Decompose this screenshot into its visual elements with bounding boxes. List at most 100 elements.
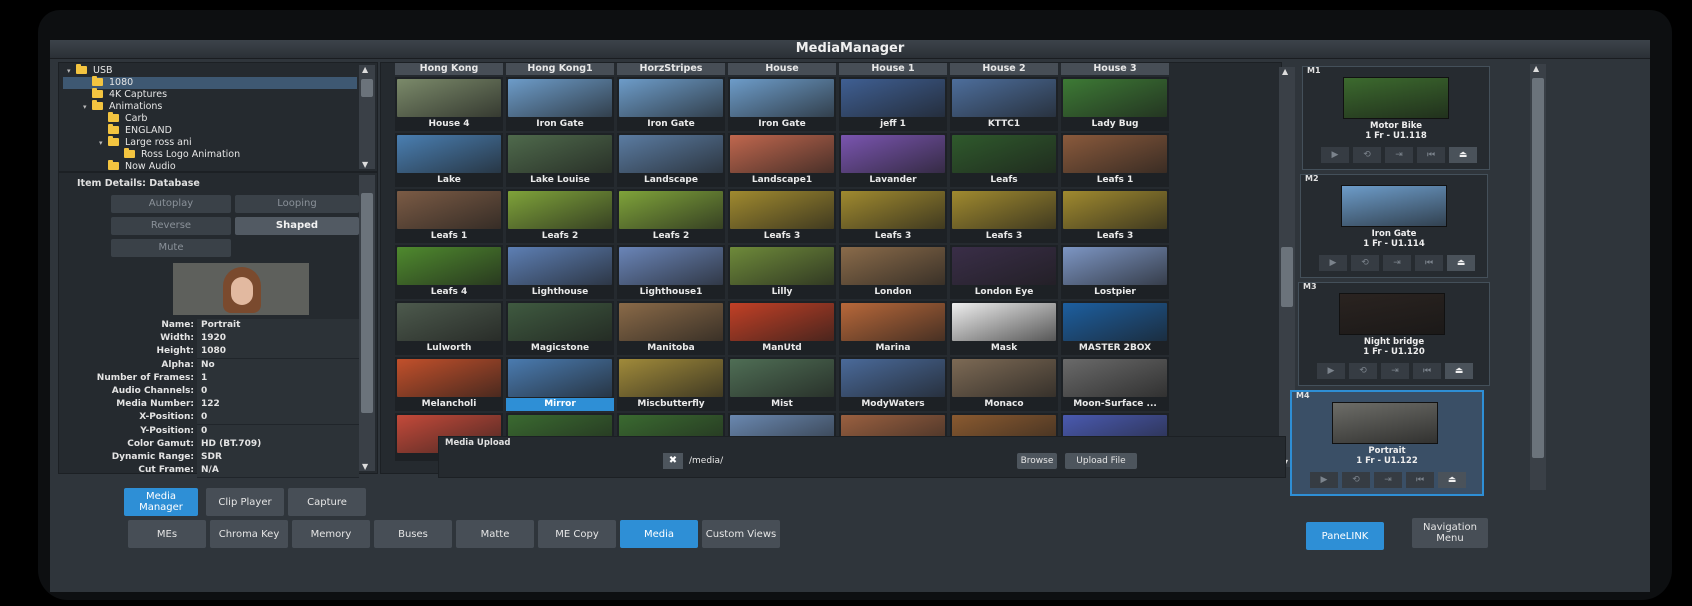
play-icon[interactable]: ▶ [1310, 472, 1338, 488]
clear-path-icon[interactable]: ✖ [663, 453, 683, 469]
media-channel-m4[interactable]: M4 Portrait 1 Fr - U1.122 ▶ ⟲ ⇥ ⏮ ⏏ [1290, 390, 1484, 496]
column-header[interactable]: House [728, 63, 836, 75]
tree-scrollbar[interactable]: ▲ ▼ [359, 65, 375, 169]
media-tile[interactable]: Magicstone [506, 301, 614, 355]
tree-item[interactable]: 4K Captures [63, 88, 357, 101]
upload-path-field[interactable]: /media/ [689, 453, 1009, 469]
details-scroll-thumb[interactable] [361, 193, 373, 413]
tab-memory[interactable]: Memory [292, 520, 370, 548]
column-header[interactable]: House 3 [1061, 63, 1169, 75]
eject-icon[interactable]: ⏏ [1438, 472, 1466, 488]
media-tile[interactable]: Moon-Surface ... [1061, 357, 1169, 411]
autoplay-button[interactable]: Autoplay [111, 195, 231, 213]
media-tile[interactable]: Lake Louise [506, 133, 614, 187]
tab-chroma-key[interactable]: Chroma Key [210, 520, 288, 548]
scroll-up-icon[interactable]: ▲ [362, 65, 368, 74]
media-tile[interactable]: London Eye [950, 245, 1058, 299]
media-tile[interactable]: KTTC1 [950, 77, 1058, 131]
step-icon[interactable]: ⇥ [1385, 147, 1413, 163]
column-header[interactable]: Hong Kong [395, 63, 503, 75]
step-icon[interactable]: ⇥ [1381, 363, 1409, 379]
media-tile[interactable]: House 4 [395, 77, 503, 131]
play-icon[interactable]: ▶ [1319, 255, 1347, 271]
channels-scrollbar[interactable]: ▲ [1530, 64, 1546, 490]
tab-matte[interactable]: Matte [456, 520, 534, 548]
expand-arrow-icon[interactable]: ▾ [99, 137, 108, 149]
column-header[interactable]: Hong Kong1 [506, 63, 614, 75]
media-tile[interactable]: Lavander [839, 133, 947, 187]
tree-item[interactable]: ▾ Animations [63, 100, 357, 113]
rewind-icon[interactable]: ⏮ [1406, 472, 1434, 488]
rewind-icon[interactable]: ⏮ [1415, 255, 1443, 271]
channels-scroll-up-icon[interactable]: ▲ [1533, 64, 1539, 73]
media-tile[interactable]: Leafs 3 [728, 189, 836, 243]
expand-arrow-icon[interactable]: ▾ [83, 101, 92, 113]
scroll-thumb[interactable] [361, 79, 373, 97]
reverse-button[interactable]: Reverse [111, 217, 231, 235]
media-tile[interactable]: Marina [839, 301, 947, 355]
column-header[interactable]: House 1 [839, 63, 947, 75]
column-header[interactable]: House 2 [950, 63, 1058, 75]
eject-icon[interactable]: ⏏ [1447, 255, 1475, 271]
scroll-down-icon[interactable]: ▼ [362, 160, 368, 169]
navigation-menu-button[interactable]: Navigation Menu [1412, 518, 1488, 548]
media-tile[interactable]: Leafs [950, 133, 1058, 187]
media-tile[interactable]: Landscape [617, 133, 725, 187]
loop-icon[interactable]: ⟲ [1353, 147, 1381, 163]
tab-media-manager[interactable]: Media Manager [124, 488, 198, 516]
tab-custom-views[interactable]: Custom Views [702, 520, 780, 548]
media-tile[interactable]: Lostpier [1061, 245, 1169, 299]
media-tile[interactable]: Leafs 4 [395, 245, 503, 299]
panelink-button[interactable]: PaneLINK [1306, 522, 1384, 550]
tab-me-copy[interactable]: ME Copy [538, 520, 616, 548]
mute-button[interactable]: Mute [111, 239, 231, 257]
media-tile[interactable]: Iron Gate [617, 77, 725, 131]
tab-buses[interactable]: Buses [374, 520, 452, 548]
media-tile[interactable]: MASTER 2BOX [1061, 301, 1169, 355]
rewind-icon[interactable]: ⏮ [1413, 363, 1441, 379]
tree-item[interactable]: Carb [63, 112, 357, 125]
media-tile[interactable]: Lighthouse [506, 245, 614, 299]
loop-icon[interactable]: ⟲ [1351, 255, 1379, 271]
step-icon[interactable]: ⇥ [1374, 472, 1402, 488]
tree-item[interactable]: ▾ Large ross ani [63, 136, 357, 149]
media-tile[interactable]: Miscbutterfly [617, 357, 725, 411]
media-tile[interactable]: Leafs 2 [617, 189, 725, 243]
media-channel-m3[interactable]: M3 Night bridge 1 Fr - U1.120 ▶ ⟲ ⇥ ⏮ ⏏ [1298, 282, 1490, 386]
tree-item[interactable]: 1080 [63, 76, 357, 89]
rewind-icon[interactable]: ⏮ [1417, 147, 1445, 163]
media-tile[interactable]: Leafs 1 [1061, 133, 1169, 187]
media-tile[interactable]: Lake [395, 133, 503, 187]
media-tile[interactable]: Lilly [728, 245, 836, 299]
loop-icon[interactable]: ⟲ [1349, 363, 1377, 379]
media-tile[interactable]: Landscape1 [728, 133, 836, 187]
media-tile[interactable]: Monaco [950, 357, 1058, 411]
tab-capture[interactable]: Capture [288, 488, 366, 516]
media-tile[interactable]: Mask [950, 301, 1058, 355]
looping-button[interactable]: Looping [235, 195, 359, 213]
media-tile[interactable]: Leafs 3 [950, 189, 1058, 243]
channels-scroll-thumb[interactable] [1532, 78, 1544, 458]
tree-item[interactable]: Ross Logo Animation [63, 148, 357, 161]
media-tile[interactable]: ModyWaters [839, 357, 947, 411]
media-tile[interactable]: Iron Gate [728, 77, 836, 131]
media-channel-m1[interactable]: M1 Motor Bike 1 Fr - U1.118 ▶ ⟲ ⇥ ⏮ ⏏ [1302, 66, 1490, 170]
tab-media[interactable]: Media [620, 520, 698, 548]
media-tile[interactable]: Manitoba [617, 301, 725, 355]
column-header[interactable]: HorzStripes [617, 63, 725, 75]
play-icon[interactable]: ▶ [1321, 147, 1349, 163]
media-tile[interactable]: Lulworth [395, 301, 503, 355]
media-tile[interactable]: London [839, 245, 947, 299]
media-tile[interactable]: Mist [728, 357, 836, 411]
shaped-button[interactable]: Shaped [235, 217, 359, 235]
eject-icon[interactable]: ⏏ [1445, 363, 1473, 379]
tree-item[interactable]: ▾ USB [63, 64, 357, 77]
media-tile[interactable]: Leafs 3 [839, 189, 947, 243]
tab-clip-player[interactable]: Clip Player [206, 488, 284, 516]
loop-icon[interactable]: ⟲ [1342, 472, 1370, 488]
media-tile[interactable]: Lady Bug [1061, 77, 1169, 131]
media-tile[interactable]: Melancholi [395, 357, 503, 411]
upload-file-button[interactable]: Upload File [1065, 453, 1137, 469]
media-tile[interactable]: Leafs 1 [395, 189, 503, 243]
details-scrollbar[interactable]: ▼ [359, 175, 375, 471]
